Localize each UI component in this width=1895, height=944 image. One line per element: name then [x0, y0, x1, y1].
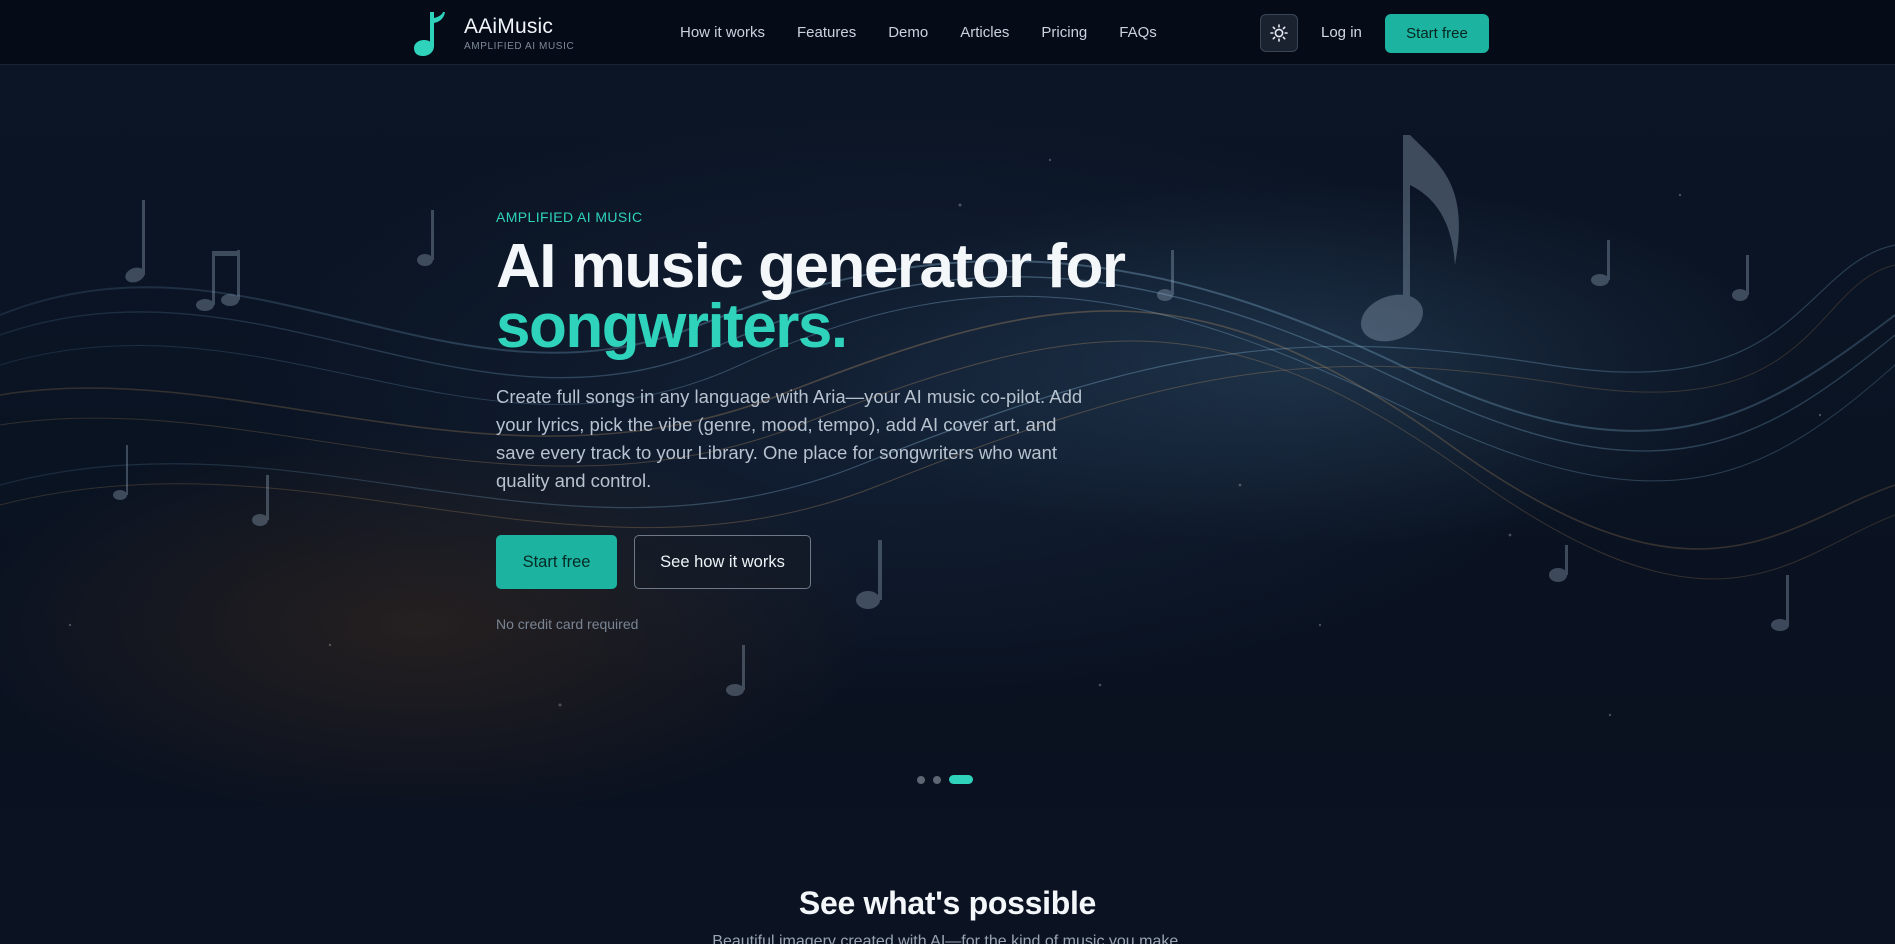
- hero-description: Create full songs in any language with A…: [496, 386, 1083, 491]
- possibilities-section: See what's possible Beautiful imagery cr…: [0, 807, 1895, 944]
- nav-articles[interactable]: Articles: [960, 24, 1009, 41]
- hero-title-line1: AI music generator for: [496, 232, 1126, 301]
- nav-faqs[interactable]: FAQs: [1119, 24, 1157, 41]
- nav-features[interactable]: Features: [797, 24, 856, 41]
- site-header: AAiMusic AMPLIFIED AI MUSIC How it works…: [0, 0, 1895, 65]
- music-note-icon: [414, 12, 445, 56]
- brand-tagline: AMPLIFIED AI MUSIC: [464, 40, 575, 52]
- hero-eyebrow: AMPLIFIED AI MUSIC: [496, 209, 643, 225]
- hero-section: AMPLIFIED AI MUSIC AI music generator fo…: [0, 65, 1895, 807]
- nav-demo[interactable]: Demo: [888, 24, 928, 41]
- carousel-dot-1[interactable]: [917, 775, 925, 784]
- hero-title-accent: songwriters.: [496, 292, 848, 361]
- main-nav: How it works Features Demo Articles Pric…: [680, 0, 1189, 65]
- see-how-it-works-button[interactable]: See how it works: [634, 535, 811, 589]
- theme-toggle-button[interactable]: [1260, 14, 1298, 52]
- hero-title: AI music generator for songwriters.: [496, 236, 1126, 358]
- brand-name: AAiMusic: [464, 14, 554, 38]
- header-start-free-button[interactable]: Start free: [1385, 14, 1489, 53]
- section-subtitle: Beautiful imagery created with AI—for th…: [712, 933, 1183, 944]
- carousel-dot-3[interactable]: [949, 775, 973, 784]
- carousel-dot-2[interactable]: [933, 775, 941, 784]
- hero-start-free-button[interactable]: Start free: [496, 535, 617, 589]
- sun-icon: [1270, 24, 1288, 42]
- brand-logo[interactable]: AAiMusic AMPLIFIED AI MUSIC: [412, 10, 574, 56]
- login-link[interactable]: Log in: [1321, 0, 1362, 65]
- section-title: See what's possible: [798, 885, 1097, 921]
- nav-how-it-works[interactable]: How it works: [680, 24, 765, 41]
- carousel-dots: [917, 775, 981, 784]
- no-credit-card-note: No credit card required: [496, 616, 639, 632]
- nav-pricing[interactable]: Pricing: [1041, 24, 1087, 41]
